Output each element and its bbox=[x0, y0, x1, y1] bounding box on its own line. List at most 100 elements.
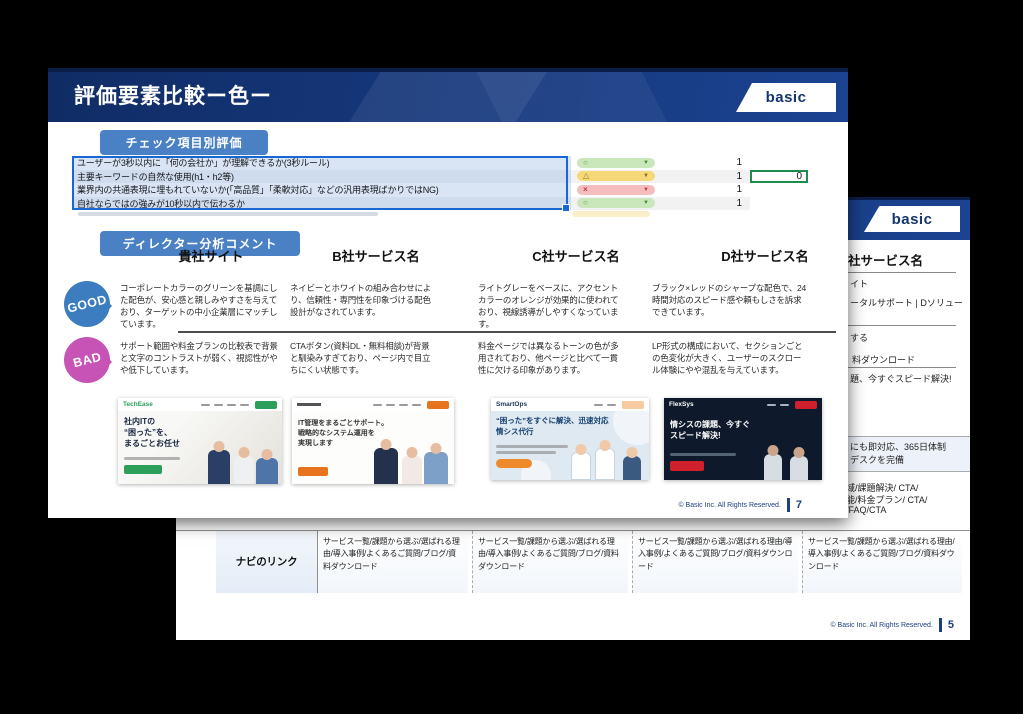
website-thumbnail-your-site[interactable]: TechEase 社内ITの “困った”を、 まるごとお任せ bbox=[118, 398, 282, 484]
page-number: 7 bbox=[796, 499, 802, 511]
site-cta-button bbox=[298, 467, 328, 476]
clipped-text-fragment: ータルサポート | Dソリュー bbox=[850, 296, 963, 309]
slide-footer: © Basic Inc. All Rights Reserved. 5 bbox=[830, 618, 954, 632]
clipped-text-fragment: する bbox=[850, 331, 868, 344]
column-header: 貴社サイト bbox=[136, 246, 286, 265]
person-figure bbox=[234, 456, 254, 484]
check-table-row: 主要キーワードの自然な使用(h1・h2等) △ ▼ 1 0 bbox=[72, 170, 816, 184]
clipped-text-fragment: デスクを完備 bbox=[850, 453, 904, 466]
main-slide: 評価要素比較ー色ー basic チェック項目別評価 ユーザーが3秒以内に「何の会… bbox=[48, 68, 848, 518]
nav-links-cell: サービス一覧/課題から選ぶ/選ばれる理由/導入事例/よくあるご質問/ブログ/資料… bbox=[802, 531, 962, 593]
clipped-text-fragment: 題、今すぐスピード解決! bbox=[850, 372, 952, 385]
good-badge-label: GOOD bbox=[66, 292, 108, 315]
site-subtext-bar bbox=[670, 453, 736, 456]
bad-badge-label: BAD bbox=[71, 350, 102, 371]
person-figure bbox=[595, 448, 615, 480]
score-cell: 1 bbox=[687, 183, 750, 197]
score-cell: 1 bbox=[687, 156, 750, 170]
person-figure bbox=[402, 456, 422, 484]
good-comment: ブラック×レッドのシャープな配色で、24時間対応のスピード感や頼もしさを訴求でき… bbox=[652, 282, 808, 318]
thumb-site-header bbox=[292, 398, 454, 411]
clipped-text-fragment: イト bbox=[850, 277, 868, 290]
faded-text-bar bbox=[78, 212, 378, 216]
score-cell: 1 bbox=[687, 170, 750, 184]
bad-comment: LP形式の構成において、セクションごとの色変化が大きく、ユーザーのスクロール体験… bbox=[652, 340, 808, 376]
clipped-text-fragment: 社サービス名 bbox=[848, 250, 923, 269]
person-figure bbox=[374, 448, 398, 484]
website-thumbnail-company-d[interactable]: FlexSys 情シスの課題、今すぐ スピード解決! bbox=[664, 398, 822, 480]
slide-footer: © Basic Inc. All Rights Reserved. 7 bbox=[678, 498, 802, 512]
person-figure bbox=[424, 452, 448, 484]
site-logo-text: TechEase bbox=[123, 401, 153, 408]
thumb-site-hero: IT管理をまるごとサポート。 戦略的なシステム運用を 実現します bbox=[292, 411, 454, 484]
website-thumbnail-company-b[interactable]: IT管理をまるごとサポート。 戦略的なシステム運用を 実現します bbox=[292, 398, 454, 484]
site-cta-button bbox=[124, 465, 162, 474]
check-table-row: ユーザーが3秒以内に「何の会社か」が理解できるか(3秒ルール) ○ ▼ 1 bbox=[72, 156, 816, 170]
status-symbol-icon: ○ bbox=[583, 199, 588, 207]
site-headline: IT管理をまるごとサポート。 戦略的なシステム運用を 実現します bbox=[298, 419, 388, 448]
section-label-check: チェック項目別評価 bbox=[100, 130, 268, 155]
clipped-text-fragment: /FAQ/CTA bbox=[846, 505, 886, 515]
status-dropdown[interactable]: △ ▼ bbox=[577, 171, 655, 181]
site-subtext-bar bbox=[124, 457, 180, 460]
site-logo-text: FlexSys bbox=[669, 401, 694, 408]
bad-comment: CTAボタン(資料DL・無料相談)が背景と馴染みすぎており、ページ内で目立ちにく… bbox=[290, 340, 436, 376]
person-figure bbox=[623, 456, 641, 480]
site-header-button bbox=[427, 401, 449, 409]
nav-links-table-row: ナビのリンク サービス一覧/課題から選ぶ/選ばれる理由/導入事例/よくあるご質問… bbox=[176, 530, 970, 593]
site-headline: “困った”をすぐに解決、迅速対応 情シス代行 bbox=[496, 416, 609, 437]
status-dropdown[interactable]: × ▼ bbox=[577, 185, 655, 195]
nav-links-cell: サービス一覧/課題から選ぶ/選ばれる理由/導入事例/よくあるご質問/ブログ/資料… bbox=[632, 531, 798, 593]
person-figure bbox=[256, 458, 278, 484]
basic-logo: basic bbox=[864, 206, 960, 232]
page-number-divider bbox=[939, 618, 942, 632]
copyright-text: © Basic Inc. All Rights Reserved. bbox=[678, 502, 780, 509]
nav-links-cell: サービス一覧/課題から選ぶ/選ばれる理由/導入事例/よくあるご質問/ブログ/資料… bbox=[318, 531, 468, 593]
good-comment: ネイビーとホワイトの組み合わせにより、信頼性・専門性を印象づける配色設計がなされ… bbox=[290, 282, 436, 318]
basic-logo: basic bbox=[736, 83, 836, 112]
thumb-site-hero: “困った”をすぐに解決、迅速対応 情シス代行 bbox=[491, 411, 649, 480]
check-table: ユーザーが3秒以内に「何の会社か」が理解できるか(3秒ルール) ○ ▼ 1 主要… bbox=[72, 156, 816, 217]
website-thumbnail-company-c[interactable]: SmartOps “困った”をすぐに解決、迅速対応 情シス代行 bbox=[491, 398, 649, 480]
status-dropdown[interactable]: ○ ▼ bbox=[577, 198, 655, 208]
nav-links-cell: サービス一覧/課題から選ぶ/選ばれる理由/導入事例/よくあるご質問/ブログ/資料… bbox=[472, 531, 628, 593]
dropdown-arrow-icon: ▼ bbox=[643, 160, 649, 166]
person-figure bbox=[764, 454, 782, 480]
status-cell: × ▼ bbox=[571, 183, 687, 197]
person-figure bbox=[571, 452, 591, 480]
person-figure bbox=[208, 450, 230, 484]
status-symbol-icon: × bbox=[583, 186, 588, 194]
column-header: C社サービス名 bbox=[501, 246, 651, 265]
check-table-row: 自社ならではの強みが10秒以内で伝わるか ○ ▼ 1 bbox=[72, 197, 816, 211]
thumb-site-hero: 社内ITの “困った”を、 まるごとお任せ bbox=[118, 411, 282, 484]
status-dropdown[interactable]: ○ ▼ bbox=[577, 158, 655, 168]
site-header-button bbox=[795, 401, 817, 409]
bad-comment: 料金ページでは異なるトーンの色が多用されており、他ページと比べて一貫性に欠ける印… bbox=[478, 340, 624, 376]
site-header-button bbox=[255, 401, 277, 409]
site-headline: 社内ITの “困った”を、 まるごとお任せ bbox=[124, 417, 180, 449]
dropdown-arrow-icon: ▼ bbox=[643, 173, 649, 179]
status-cell: ○ ▼ bbox=[571, 156, 687, 170]
score-cell: 1 bbox=[687, 197, 750, 211]
site-subtext-bar bbox=[496, 445, 568, 448]
thumb-site-hero: 情シスの課題、今すぐ スピード解決! bbox=[664, 411, 822, 480]
column-header: B社サービス名 bbox=[301, 246, 451, 265]
check-item-text: 業界内の共通表現に埋もれていないか(「高品質」「柔軟対応」などの汎用表現ばかりで… bbox=[72, 183, 571, 197]
page-number-divider bbox=[787, 498, 790, 512]
copyright-text: © Basic Inc. All Rights Reserved. bbox=[830, 622, 932, 629]
desktop-background: basic 社サービス名 イト ータルサポート | Dソリュー する 料ダウンロ… bbox=[0, 0, 1023, 714]
table-rule bbox=[848, 367, 956, 368]
status-symbol-icon: △ bbox=[583, 172, 589, 180]
row-divider bbox=[178, 331, 836, 333]
site-subtext-bar bbox=[496, 451, 556, 454]
page-title: 評価要素比較ー色ー bbox=[74, 80, 272, 110]
site-cta-button bbox=[496, 459, 532, 468]
status-cell: △ ▼ bbox=[571, 170, 687, 184]
nav-row-header: ナビのリンク bbox=[216, 531, 318, 593]
selected-cell[interactable]: 0 bbox=[750, 170, 808, 184]
table-rule bbox=[848, 325, 956, 326]
site-logo-text: SmartOps bbox=[496, 401, 527, 408]
status-cell: ○ ▼ bbox=[571, 197, 687, 211]
decorative-circle bbox=[613, 398, 649, 445]
site-headline: 情シスの課題、今すぐ スピード解決! bbox=[670, 419, 750, 441]
